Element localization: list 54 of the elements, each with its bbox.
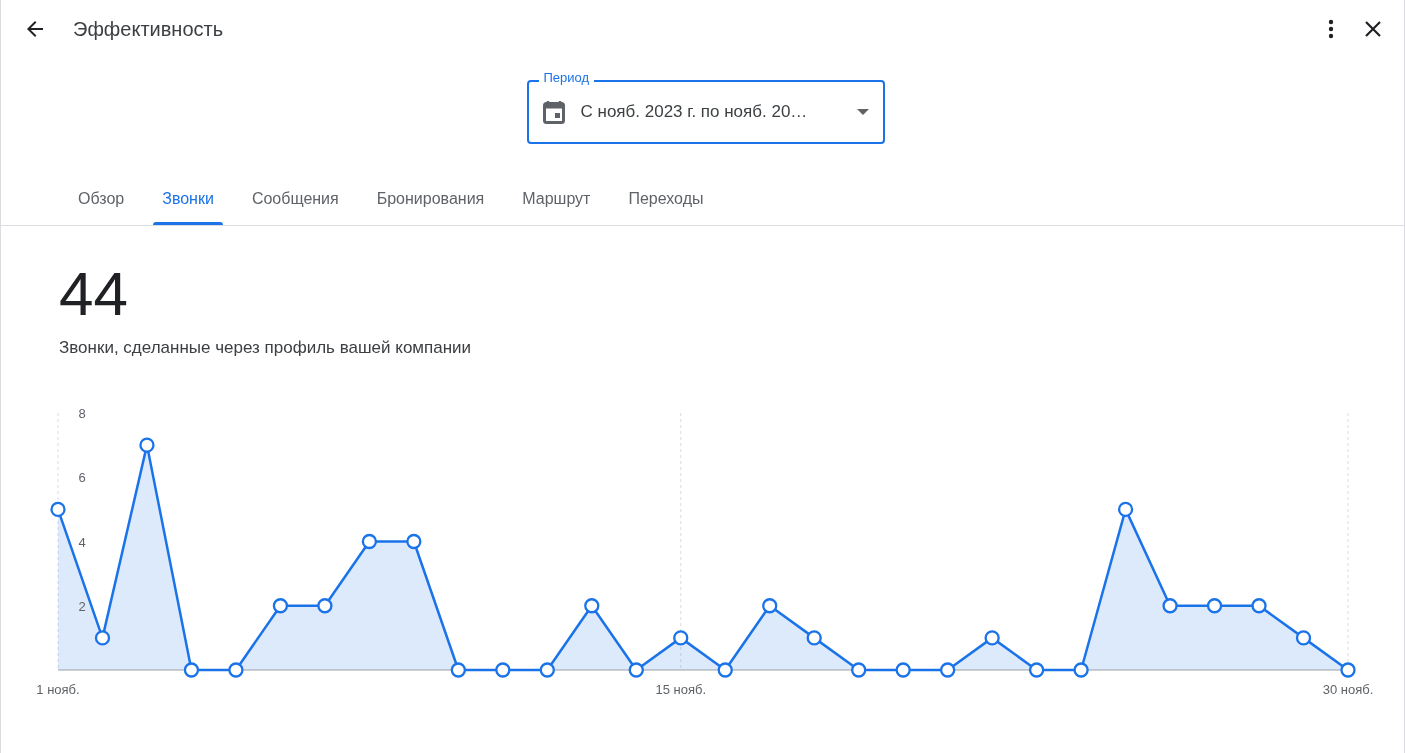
field-label: Период bbox=[538, 70, 595, 86]
close-button[interactable] bbox=[1364, 20, 1382, 38]
axis-tick-label: 1 нояб. bbox=[36, 682, 80, 697]
point bbox=[272, 598, 289, 614]
point bbox=[673, 630, 689, 646]
point bbox=[228, 662, 244, 678]
point bbox=[1295, 630, 1312, 646]
point bbox=[139, 437, 155, 453]
point bbox=[539, 662, 555, 678]
point bbox=[406, 533, 422, 550]
calendar-icon bbox=[542, 100, 565, 124]
tab[interactable]: Переходы bbox=[609, 178, 723, 225]
axis-tick-label: 8 bbox=[78, 406, 86, 421]
point bbox=[495, 662, 511, 678]
point bbox=[806, 630, 822, 646]
point bbox=[50, 501, 66, 518]
axis-tick-label: 4 bbox=[78, 534, 86, 550]
point bbox=[183, 662, 200, 678]
point bbox=[94, 630, 111, 646]
point bbox=[895, 662, 911, 678]
point bbox=[984, 630, 1000, 646]
point bbox=[1251, 598, 1267, 614]
point bbox=[361, 533, 378, 550]
window-title: Эффективность bbox=[73, 17, 225, 41]
point bbox=[762, 598, 778, 614]
point bbox=[717, 662, 733, 678]
dropdown-caret-icon bbox=[856, 109, 869, 115]
axis-tick-label: 30 нояб. bbox=[1322, 682, 1374, 697]
point bbox=[851, 662, 867, 678]
point bbox=[940, 662, 956, 678]
more-vertical-icon bbox=[1328, 19, 1334, 39]
tab[interactable]: Звонки bbox=[143, 178, 233, 225]
calls-caption: Звонки, сделанные через профиль вашей компании bbox=[59, 338, 473, 358]
tab[interactable]: Бронирования bbox=[357, 178, 504, 225]
close-icon bbox=[1364, 20, 1382, 38]
more-options-button[interactable] bbox=[1328, 19, 1334, 39]
axis-tick-label: 15 нояб. bbox=[655, 682, 707, 697]
total-calls-value: 44 bbox=[59, 258, 129, 330]
point bbox=[1117, 501, 1134, 518]
axis-tick-label: 6 bbox=[78, 470, 86, 486]
point bbox=[1340, 662, 1356, 678]
point bbox=[1206, 598, 1223, 614]
tab[interactable]: Обзор bbox=[59, 178, 144, 225]
period-value: С нояб. 2023 г. по нояб. 20… bbox=[580, 102, 809, 122]
point bbox=[1028, 662, 1045, 678]
point bbox=[584, 598, 600, 614]
tab[interactable]: Сообщения bbox=[232, 178, 358, 225]
point bbox=[450, 662, 466, 678]
point bbox=[628, 662, 644, 678]
point bbox=[317, 598, 333, 614]
point bbox=[1162, 598, 1178, 614]
tab[interactable]: Маршрут bbox=[503, 178, 610, 225]
point bbox=[1073, 662, 1089, 678]
axis-tick-label: 2 bbox=[78, 598, 86, 614]
